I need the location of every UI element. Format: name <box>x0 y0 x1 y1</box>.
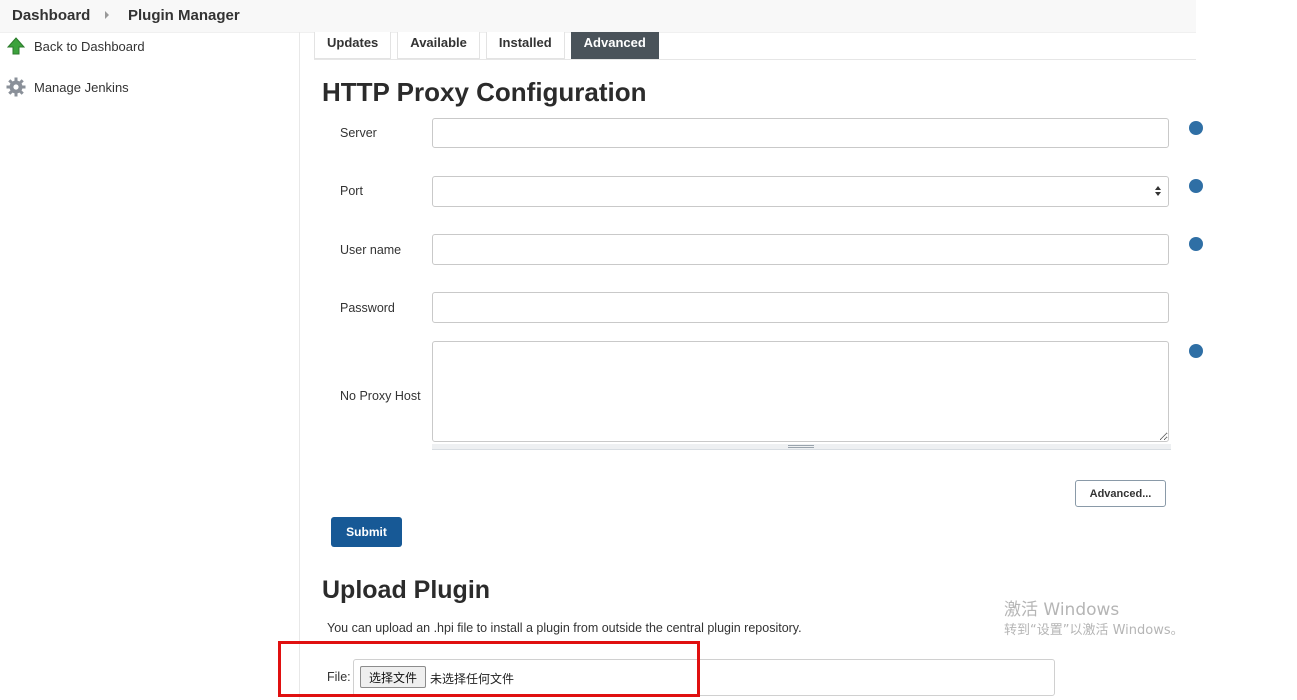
tab-updates[interactable]: Updates <box>314 32 392 59</box>
breadcrumb-plugin-manager[interactable]: Plugin Manager <box>128 7 240 24</box>
tab-advanced[interactable]: Advanced <box>570 32 659 59</box>
sidebar: Back to Dashboard Manage Jenkins <box>0 32 300 700</box>
help-icon[interactable] <box>1189 121 1203 135</box>
password-label: Password <box>340 301 395 315</box>
textarea-resize-handle[interactable] <box>432 444 1171 450</box>
breadcrumb: Dashboard Plugin Manager <box>0 0 1196 33</box>
help-icon[interactable] <box>1189 344 1203 358</box>
activation-watermark-title: 激活 Windows <box>1004 600 1120 620</box>
breadcrumb-dashboard[interactable]: Dashboard <box>12 7 90 24</box>
username-input[interactable] <box>432 234 1169 265</box>
proxy-section-title: HTTP Proxy Configuration <box>322 77 647 107</box>
sidebar-item-label: Back to Dashboard <box>34 38 145 54</box>
grip-icon <box>788 445 814 448</box>
sidebar-item-label: Manage Jenkins <box>34 79 129 95</box>
highlight-annotation <box>278 641 700 697</box>
password-input[interactable] <box>432 292 1169 323</box>
gear-icon <box>6 77 26 97</box>
advanced-button[interactable]: Advanced... <box>1075 480 1166 507</box>
sidebar-item-back-to-dashboard[interactable]: Back to Dashboard <box>6 36 145 56</box>
port-input[interactable] <box>432 176 1169 207</box>
server-label: Server <box>340 126 377 140</box>
up-arrow-icon <box>6 37 26 55</box>
no-proxy-host-label: No Proxy Host <box>340 389 421 403</box>
upload-section-title: Upload Plugin <box>322 576 491 604</box>
tab-installed[interactable]: Installed <box>485 32 565 59</box>
help-icon[interactable] <box>1189 237 1203 251</box>
tab-available[interactable]: Available <box>397 32 480 59</box>
chevron-right-icon <box>105 11 109 19</box>
no-proxy-host-textarea[interactable] <box>432 341 1169 442</box>
submit-button[interactable]: Submit <box>331 517 402 547</box>
number-spinner-icon[interactable] <box>1154 184 1162 198</box>
tab-divider <box>314 59 1196 60</box>
activation-watermark-subtitle: 转到“设置”以激活 Windows。 <box>1004 623 1184 638</box>
help-icon[interactable] <box>1189 179 1203 193</box>
username-label: User name <box>340 243 402 257</box>
tab-bar: Updates Available Installed Advanced <box>314 32 665 59</box>
upload-description: You can upload an .hpi file to install a… <box>327 621 802 635</box>
sidebar-item-manage-jenkins[interactable]: Manage Jenkins <box>6 77 129 97</box>
server-input[interactable] <box>432 118 1169 148</box>
port-label: Port <box>340 184 363 198</box>
